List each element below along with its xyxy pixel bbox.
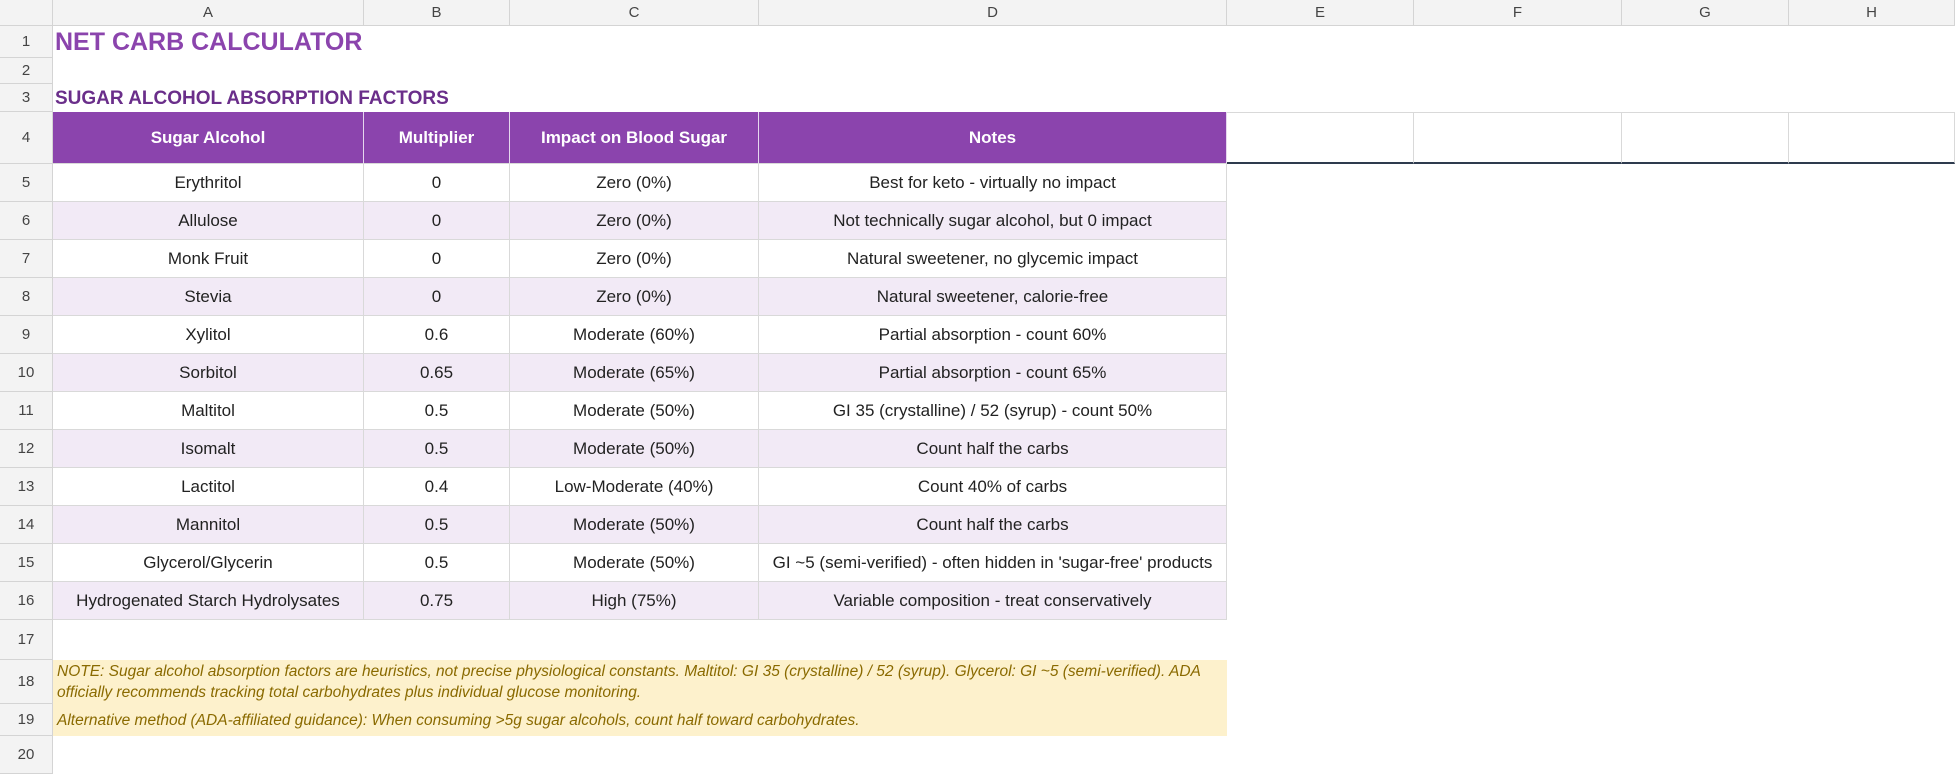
row-header[interactable]: 12 — [0, 430, 53, 468]
row-header[interactable]: 15 — [0, 544, 53, 582]
row-header[interactable]: 19 — [0, 704, 53, 736]
column-header-f[interactable]: F — [1414, 0, 1622, 26]
multiplier-cell[interactable]: 0.5 — [364, 506, 510, 544]
impact-cell[interactable]: Moderate (50%) — [510, 506, 759, 544]
notes-cell[interactable]: Count 40% of carbs — [759, 468, 1227, 506]
row-header[interactable]: 16 — [0, 582, 53, 620]
column-header-c[interactable]: C — [510, 0, 759, 26]
impact-cell[interactable]: Moderate (50%) — [510, 544, 759, 582]
notes-cell[interactable]: Partial absorption - count 65% — [759, 354, 1227, 392]
column-header-h[interactable]: H — [1789, 0, 1955, 26]
sheet-title[interactable]: NET CARB CALCULATOR — [55, 28, 362, 57]
impact-cell[interactable]: Zero (0%) — [510, 202, 759, 240]
sugar-alcohol-cell[interactable]: Mannitol — [53, 506, 364, 544]
column-header-d[interactable]: D — [759, 0, 1227, 26]
notes-cell[interactable]: Variable composition - treat conservativ… — [759, 582, 1227, 620]
header-impact[interactable]: Impact on Blood Sugar — [510, 112, 759, 164]
multiplier-cell[interactable]: 0 — [364, 202, 510, 240]
empty-cell[interactable] — [1227, 112, 1414, 164]
sugar-alcohol-cell[interactable]: Stevia — [53, 278, 364, 316]
header-multiplier[interactable]: Multiplier — [364, 112, 510, 164]
select-all-corner[interactable] — [0, 0, 53, 26]
multiplier-cell[interactable]: 0 — [364, 164, 510, 202]
row-header[interactable]: 18 — [0, 660, 53, 704]
multiplier-cell[interactable]: 0.4 — [364, 468, 510, 506]
sugar-alcohol-cell[interactable]: Isomalt — [53, 430, 364, 468]
notes-cell[interactable]: Count half the carbs — [759, 506, 1227, 544]
row-header[interactable]: 14 — [0, 506, 53, 544]
sugar-alcohol-cell[interactable]: Maltitol — [53, 392, 364, 430]
impact-cell[interactable]: Moderate (65%) — [510, 354, 759, 392]
row-header[interactable]: 2 — [0, 58, 53, 84]
note-disclaimer[interactable]: NOTE: Sugar alcohol absorption factors a… — [53, 660, 1227, 704]
multiplier-cell[interactable]: 0.5 — [364, 544, 510, 582]
row-header[interactable]: 20 — [0, 736, 53, 774]
notes-cell[interactable]: GI 35 (crystalline) / 52 (syrup) - count… — [759, 392, 1227, 430]
impact-cell[interactable]: Moderate (50%) — [510, 392, 759, 430]
empty-cell[interactable] — [1789, 112, 1955, 164]
column-header-e[interactable]: E — [1227, 0, 1414, 26]
sugar-alcohol-cell[interactable]: Hydrogenated Starch Hydrolysates — [53, 582, 364, 620]
sugar-alcohol-cell[interactable]: Allulose — [53, 202, 364, 240]
impact-cell[interactable]: High (75%) — [510, 582, 759, 620]
row-header[interactable]: 1 — [0, 26, 53, 58]
multiplier-cell[interactable]: 0.5 — [364, 392, 510, 430]
column-header-a[interactable]: A — [53, 0, 364, 26]
spreadsheet-grid: A B C D E F G H 1 2 3 4 5 6 7 8 9 10 11 … — [0, 0, 1955, 774]
notes-cell[interactable]: GI ~5 (semi-verified) - often hidden in … — [759, 544, 1227, 582]
row-header[interactable]: 7 — [0, 240, 53, 278]
row-header[interactable]: 10 — [0, 354, 53, 392]
row-header[interactable]: 9 — [0, 316, 53, 354]
impact-cell[interactable]: Low-Moderate (40%) — [510, 468, 759, 506]
row-header[interactable]: 6 — [0, 202, 53, 240]
sugar-alcohol-cell[interactable]: Glycerol/Glycerin — [53, 544, 364, 582]
row-header[interactable]: 5 — [0, 164, 53, 202]
multiplier-cell[interactable]: 0 — [364, 278, 510, 316]
impact-cell[interactable]: Zero (0%) — [510, 240, 759, 278]
sugar-alcohol-cell[interactable]: Lactitol — [53, 468, 364, 506]
impact-cell[interactable]: Zero (0%) — [510, 164, 759, 202]
header-notes[interactable]: Notes — [759, 112, 1227, 164]
sugar-alcohol-cell[interactable]: Sorbitol — [53, 354, 364, 392]
impact-cell[interactable]: Moderate (50%) — [510, 430, 759, 468]
row-header[interactable]: 4 — [0, 112, 53, 164]
multiplier-cell[interactable]: 0.5 — [364, 430, 510, 468]
impact-cell[interactable]: Zero (0%) — [510, 278, 759, 316]
row-header[interactable]: 13 — [0, 468, 53, 506]
empty-cell[interactable] — [1622, 112, 1789, 164]
sugar-alcohol-cell[interactable]: Monk Fruit — [53, 240, 364, 278]
column-header-g[interactable]: G — [1622, 0, 1789, 26]
multiplier-cell[interactable]: 0.65 — [364, 354, 510, 392]
note-alternative-method[interactable]: Alternative method (ADA-affiliated guida… — [53, 704, 1227, 736]
row-header[interactable]: 3 — [0, 84, 53, 112]
column-header-b[interactable]: B — [364, 0, 510, 26]
impact-cell[interactable]: Moderate (60%) — [510, 316, 759, 354]
notes-cell[interactable]: Not technically sugar alcohol, but 0 imp… — [759, 202, 1227, 240]
notes-cell[interactable]: Partial absorption - count 60% — [759, 316, 1227, 354]
notes-cell[interactable]: Best for keto - virtually no impact — [759, 164, 1227, 202]
multiplier-cell[interactable]: 0.6 — [364, 316, 510, 354]
multiplier-cell[interactable]: 0.75 — [364, 582, 510, 620]
sugar-alcohol-cell[interactable]: Xylitol — [53, 316, 364, 354]
header-sugar-alcohol[interactable]: Sugar Alcohol — [53, 112, 364, 164]
notes-cell[interactable]: Count half the carbs — [759, 430, 1227, 468]
row-header[interactable]: 8 — [0, 278, 53, 316]
multiplier-cell[interactable]: 0 — [364, 240, 510, 278]
empty-cell[interactable] — [1414, 112, 1622, 164]
notes-cell[interactable]: Natural sweetener, no glycemic impact — [759, 240, 1227, 278]
row-header[interactable]: 17 — [0, 620, 53, 660]
sugar-alcohol-cell[interactable]: Erythritol — [53, 164, 364, 202]
section-title[interactable]: SUGAR ALCOHOL ABSORPTION FACTORS — [55, 88, 449, 110]
notes-cell[interactable]: Natural sweetener, calorie-free — [759, 278, 1227, 316]
row-header[interactable]: 11 — [0, 392, 53, 430]
